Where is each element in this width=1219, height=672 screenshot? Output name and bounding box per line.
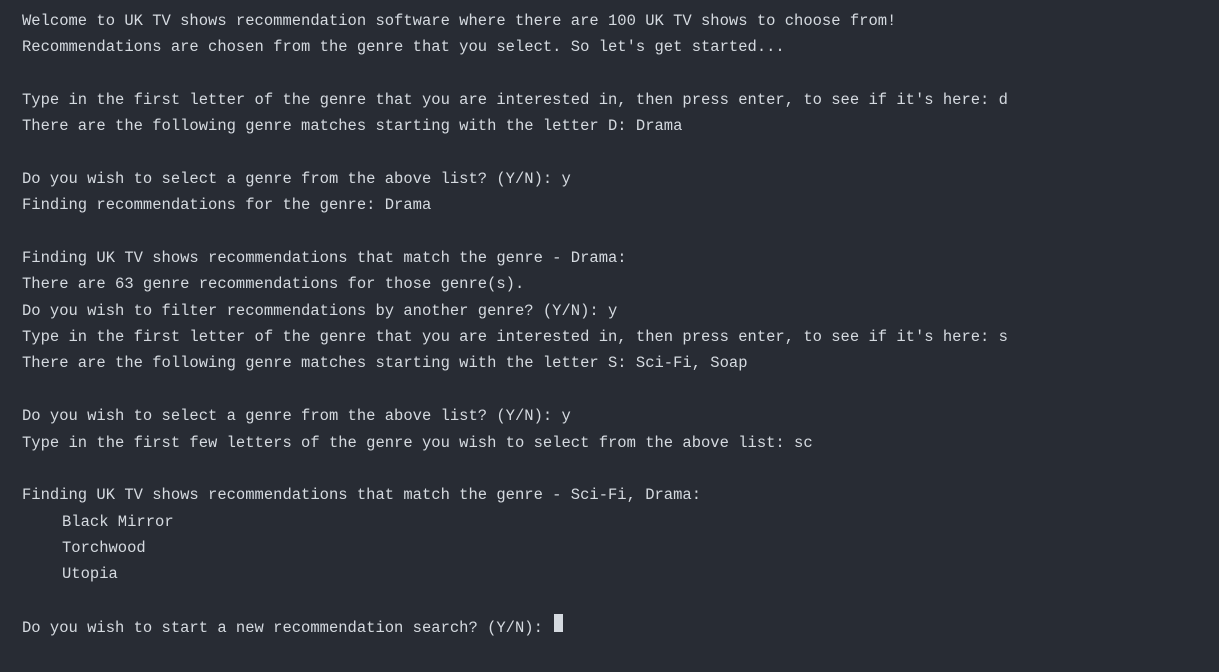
blank-line bbox=[22, 456, 1197, 482]
finding-recommendations-genre: Finding recommendations for the genre: D… bbox=[22, 192, 1197, 218]
welcome-line-2: Recommendations are chosen from the genr… bbox=[22, 34, 1197, 60]
finding-match-drama: Finding UK TV shows recommendations that… bbox=[22, 245, 1197, 271]
prompt-first-letter-2: Type in the first letter of the genre th… bbox=[22, 324, 1197, 350]
blank-line bbox=[22, 61, 1197, 87]
select-genre-prompt-2: Do you wish to select a genre from the a… bbox=[22, 403, 1197, 429]
blank-line bbox=[22, 219, 1197, 245]
cursor-icon[interactable] bbox=[554, 614, 563, 632]
blank-line bbox=[22, 140, 1197, 166]
new-search-prompt-text: Do you wish to start a new recommendatio… bbox=[22, 615, 552, 641]
new-search-prompt-line[interactable]: Do you wish to start a new recommendatio… bbox=[22, 614, 1197, 641]
finding-match-scifi-drama: Finding UK TV shows recommendations that… bbox=[22, 482, 1197, 508]
select-genre-prompt-1: Do you wish to select a genre from the a… bbox=[22, 166, 1197, 192]
blank-line bbox=[22, 588, 1197, 614]
genre-matches-d: There are the following genre matches st… bbox=[22, 113, 1197, 139]
type-few-letters-prompt: Type in the first few letters of the gen… bbox=[22, 430, 1197, 456]
result-item: Black Mirror bbox=[22, 509, 1197, 535]
prompt-first-letter-1: Type in the first letter of the genre th… bbox=[22, 87, 1197, 113]
welcome-line-1: Welcome to UK TV shows recommendation so… bbox=[22, 8, 1197, 34]
blank-line bbox=[22, 377, 1197, 403]
genre-matches-s: There are the following genre matches st… bbox=[22, 350, 1197, 376]
filter-another-prompt: Do you wish to filter recommendations by… bbox=[22, 298, 1197, 324]
result-item: Utopia bbox=[22, 561, 1197, 587]
result-item: Torchwood bbox=[22, 535, 1197, 561]
genre-count-msg: There are 63 genre recommendations for t… bbox=[22, 271, 1197, 297]
